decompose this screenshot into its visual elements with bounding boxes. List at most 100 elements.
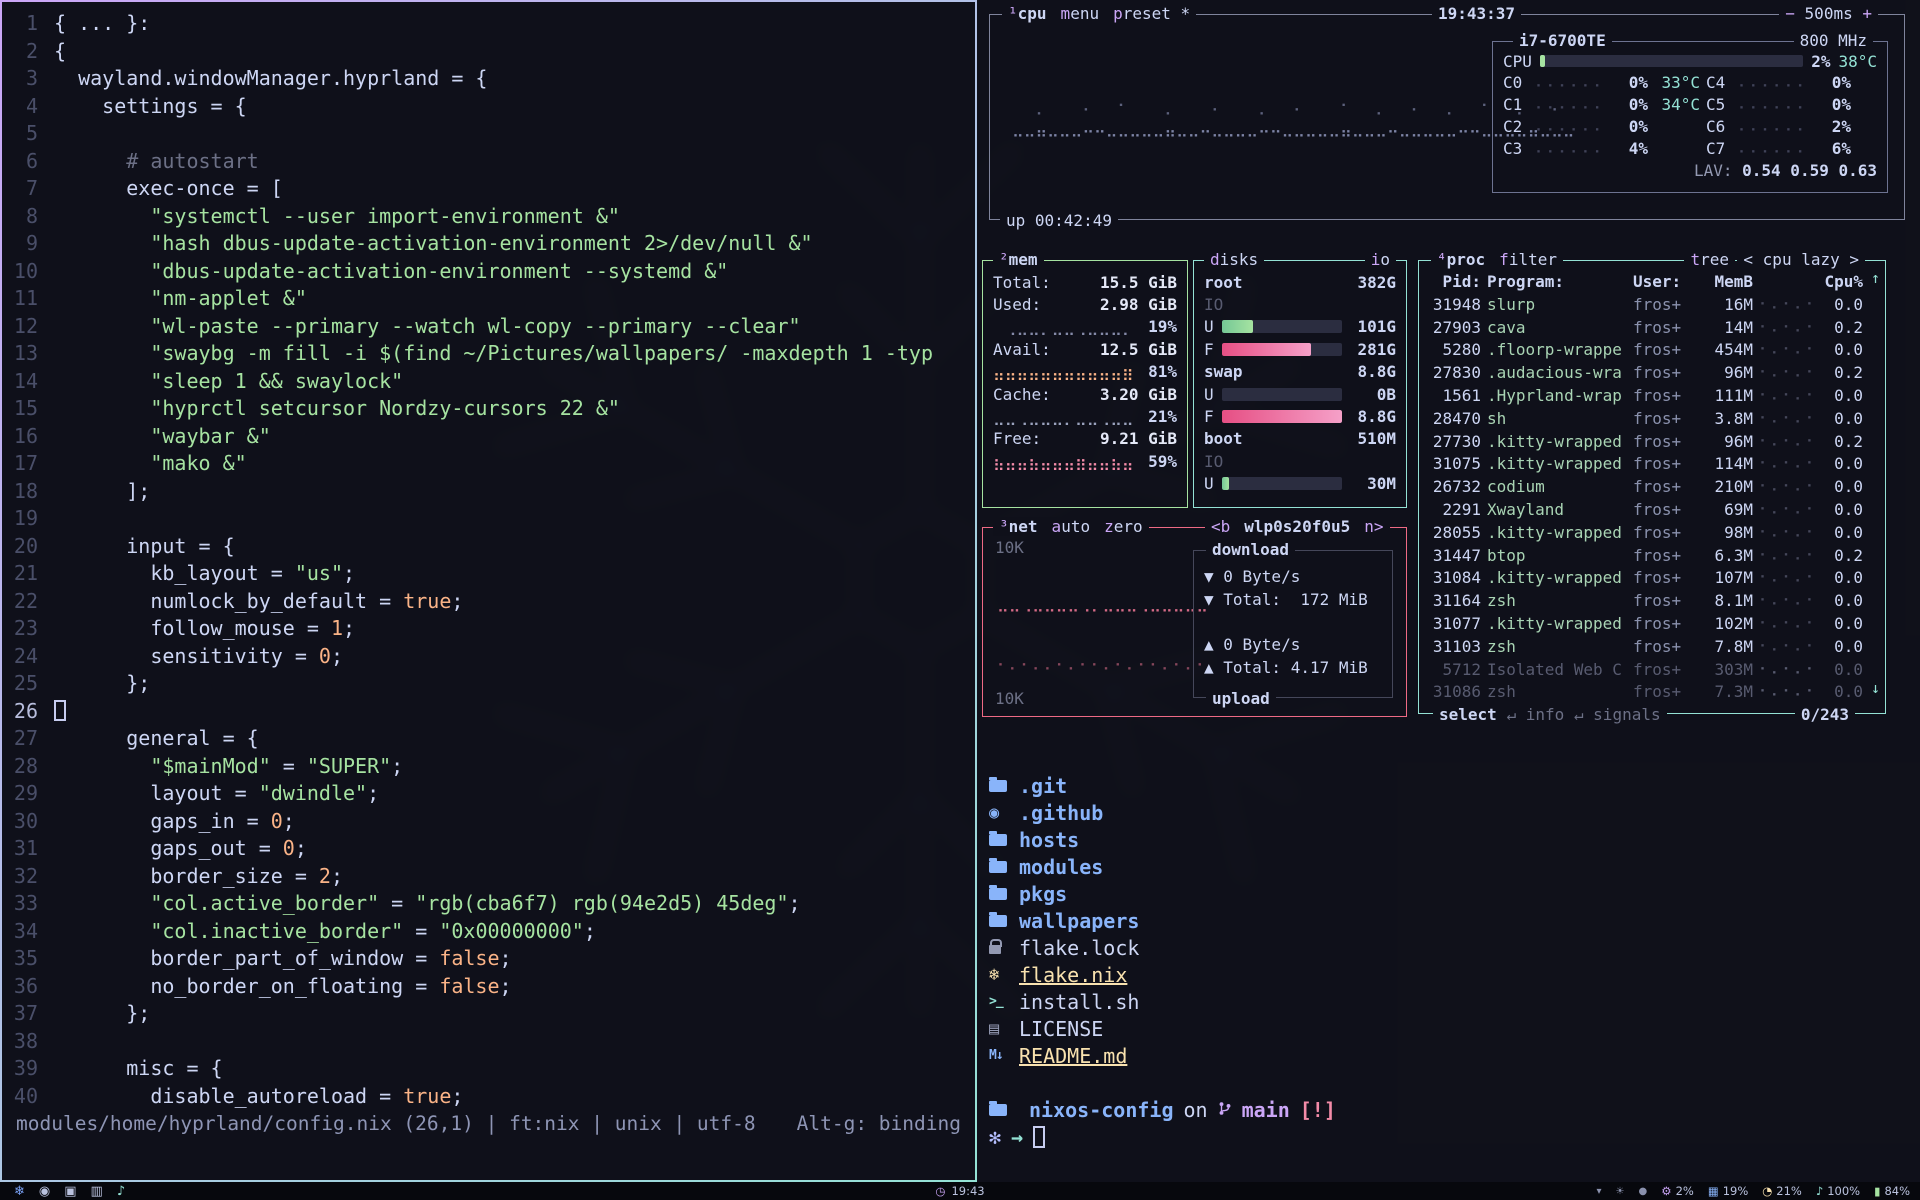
code-line[interactable]: 10 "dbus-update-activation-environment -… (2, 258, 975, 286)
code-line[interactable]: 36 no_border_on_floating = false; (2, 973, 975, 1001)
code-line[interactable]: 17 "mako &" (2, 450, 975, 478)
code-line[interactable]: 22 numlock_by_default = true; (2, 588, 975, 616)
process-row[interactable]: 31447btopfros+6.3M⠂⠄⠂⠄⠂0.2 (1419, 545, 1885, 568)
iface-prev-button[interactable]: <b (1211, 517, 1230, 536)
scroll-down-icon[interactable]: ↓ (1871, 679, 1880, 697)
process-row[interactable]: 31086zshfros+7.3M⠂⠄⠂⠄⠂0.0 (1419, 681, 1885, 704)
code-line[interactable]: 31 gaps_out = 0; (2, 835, 975, 863)
volume-module[interactable]: ♪100% (1816, 1184, 1860, 1198)
code-line[interactable]: 30 gaps_in = 0; (2, 808, 975, 836)
filter-button[interactable]: filter (1499, 250, 1557, 269)
code-line[interactable]: 32 border_size = 2; (2, 863, 975, 891)
code-line[interactable]: 40 disable_autoreload = true; (2, 1083, 975, 1111)
process-row[interactable]: 1561.Hyprland-wrapfros+111M⠂⠄⠂⠄⠂0.0 (1419, 385, 1885, 408)
code-line[interactable]: 11 "nm-applet &" (2, 285, 975, 313)
code-line[interactable]: 20 input = { (2, 533, 975, 561)
process-row[interactable]: 28470shfros+3.8M⠂⠄⠂⠄⠂0.0 (1419, 408, 1885, 431)
code-line[interactable]: 4 settings = { (2, 93, 975, 121)
browser-icon[interactable]: ◉ (39, 1184, 50, 1199)
net-auto-button[interactable]: auto (1052, 517, 1091, 536)
code-line[interactable]: 19 (2, 505, 975, 533)
process-row[interactable]: 27730.kitty-wrappedfros+96M⠂⠄⠂⠄⠂0.2 (1419, 431, 1885, 454)
code-area[interactable]: 1{ ... }:2{3 wayland.windowManager.hyprl… (2, 2, 975, 1110)
battery-module[interactable]: ▮84% (1874, 1184, 1910, 1198)
code-line[interactable]: 16 "waybar &" (2, 423, 975, 451)
nixos-logo-icon[interactable]: ❄ (14, 1184, 25, 1199)
process-row[interactable]: 26732codiumfros+210M⠂⠄⠂⠄⠂0.0 (1419, 476, 1885, 499)
preset-button[interactable]: preset * (1113, 4, 1190, 23)
process-row[interactable]: 2291Xwaylandfros+69M⠂⠄⠂⠄⠂0.0 (1419, 499, 1885, 522)
editor-window[interactable]: 1{ ... }:2{3 wayland.windowManager.hyprl… (0, 0, 977, 1182)
code-line[interactable]: 35 border_part_of_window = false; (2, 945, 975, 973)
disk-usage-module[interactable]: ◔21% (1762, 1184, 1802, 1198)
terminal-window[interactable]: .git◉.githubhostsmodulespkgswallpapersfl… (977, 748, 1920, 1182)
code-line[interactable]: 27 general = { (2, 725, 975, 753)
net-zero-button[interactable]: zero (1104, 517, 1143, 536)
tray-icon[interactable]: ● (1639, 1186, 1648, 1197)
scroll-up-icon[interactable]: ↑ (1871, 269, 1880, 287)
code-line[interactable]: 9 "hash dbus-update-activation-environme… (2, 230, 975, 258)
code-line[interactable]: 29 layout = "dwindle"; (2, 780, 975, 808)
mem-graph: ⣀⣀⢀⣀⣀⣀⡀⣀⣀⢀⣀⣀ (993, 407, 1148, 426)
tree-button[interactable]: tree (1690, 250, 1729, 269)
process-row[interactable]: 5280.floorp-wrappefros+454M⠂⠄⠂⠄⠂0.0 (1419, 339, 1885, 362)
select-button[interactable]: select (1439, 705, 1497, 724)
info-button[interactable]: info (1526, 705, 1565, 724)
code-line[interactable]: 38 (2, 1028, 975, 1056)
code-line[interactable]: 24 sensitivity = 0; (2, 643, 975, 671)
bar-clock[interactable]: ◷ 19:43 (935, 1184, 984, 1198)
prompt-input-line[interactable]: ✻ → (989, 1123, 1920, 1150)
menu-button[interactable]: menu (1061, 4, 1100, 23)
sort-selector[interactable]: < cpu lazy > (1743, 250, 1859, 269)
process-row[interactable]: 31084.kitty-wrappedfros+107M⠂⠄⠂⠄⠂0.0 (1419, 567, 1885, 590)
line-number: 19 (2, 505, 54, 533)
code-line[interactable]: 37 }; (2, 1000, 975, 1028)
code-line[interactable]: 7 exec-once = [ (2, 175, 975, 203)
list-item: wallpapers (989, 907, 1920, 934)
files-icon[interactable]: ▥ (91, 1184, 103, 1199)
memory-usage-module[interactable]: ▦19% (1708, 1184, 1748, 1198)
interval-minus-button[interactable]: − (1785, 4, 1795, 23)
code-line[interactable]: 3 wayland.windowManager.hyprland = { (2, 65, 975, 93)
code-line[interactable]: 12 "wl-paste --primary --watch wl-copy -… (2, 313, 975, 341)
code-line[interactable]: 5 (2, 120, 975, 148)
line-content: ]; (54, 478, 150, 506)
tray-icon[interactable]: ☀ (1616, 1186, 1625, 1197)
code-line[interactable]: 2{ (2, 38, 975, 66)
signals-button[interactable]: signals (1593, 705, 1660, 724)
line-content: general = { (54, 725, 259, 753)
code-line[interactable]: 26 (2, 698, 975, 726)
process-row[interactable]: 31075.kitty-wrappedfros+114M⠂⠄⠂⠄⠂0.0 (1419, 453, 1885, 476)
code-line[interactable]: 14 "sleep 1 && swaylock" (2, 368, 975, 396)
code-line[interactable]: 18 ]; (2, 478, 975, 506)
terminal-icon[interactable]: ▣ (64, 1184, 76, 1199)
iface-next-button[interactable]: n> (1364, 517, 1383, 536)
process-row[interactable]: 27903cavafros+14M⠂⠄⠂⠄⠂0.2 (1419, 317, 1885, 340)
music-icon[interactable]: ♪ (117, 1184, 125, 1199)
code-line[interactable]: 33 "col.active_border" = "rgb(cba6f7) rg… (2, 890, 975, 918)
code-line[interactable]: 15 "hyprctl setcursor Nordzy-cursors 22 … (2, 395, 975, 423)
interval-plus-button[interactable]: + (1862, 4, 1872, 23)
code-line[interactable]: 34 "col.inactive_border" = "0x00000000"; (2, 918, 975, 946)
process-row[interactable]: 31164zshfros+8.1M⠂⠄⠂⠄⠂0.0 (1419, 590, 1885, 613)
process-row[interactable]: 31948slurpfros+16M⠂⠄⠂⠄⠂0.0 (1419, 294, 1885, 317)
disks-box-title[interactable]: disks (1210, 250, 1258, 269)
process-row[interactable]: 5712Isolated Web Cfros+303M⠂⠄⠂⠄⠂0.0 (1419, 659, 1885, 682)
io-mode-button[interactable]: io (1371, 250, 1390, 269)
cpu-usage-module[interactable]: ⚙2% (1661, 1184, 1694, 1198)
code-line[interactable]: 1{ ... }: (2, 10, 975, 38)
code-line[interactable]: 13 "swaybg -m fill -i $(find ~/Pictures/… (2, 340, 975, 368)
code-line[interactable]: 25 }; (2, 670, 975, 698)
process-row[interactable]: 31103zshfros+7.8M⠂⠄⠂⠄⠂0.0 (1419, 636, 1885, 659)
code-line[interactable]: 23 follow_mouse = 1; (2, 615, 975, 643)
tray-icon[interactable]: ▾ (1597, 1186, 1602, 1197)
code-line[interactable]: 28 "$mainMod" = "SUPER"; (2, 753, 975, 781)
process-row[interactable]: 31077.kitty-wrappedfros+102M⠂⠄⠂⠄⠂0.0 (1419, 613, 1885, 636)
code-line[interactable]: 21 kb_layout = "us"; (2, 560, 975, 588)
code-line[interactable]: 8 "systemctl --user import-environment &… (2, 203, 975, 231)
process-row[interactable]: 27830.audacious-wrafros+96M⠂⠄⠂⠄⠂0.2 (1419, 362, 1885, 385)
code-line[interactable]: 6 # autostart (2, 148, 975, 176)
code-line[interactable]: 39 misc = { (2, 1055, 975, 1083)
nix-shell-icon: ✻ (989, 1125, 1001, 1149)
process-row[interactable]: 28055.kitty-wrappedfros+98M⠂⠄⠂⠄⠂0.0 (1419, 522, 1885, 545)
